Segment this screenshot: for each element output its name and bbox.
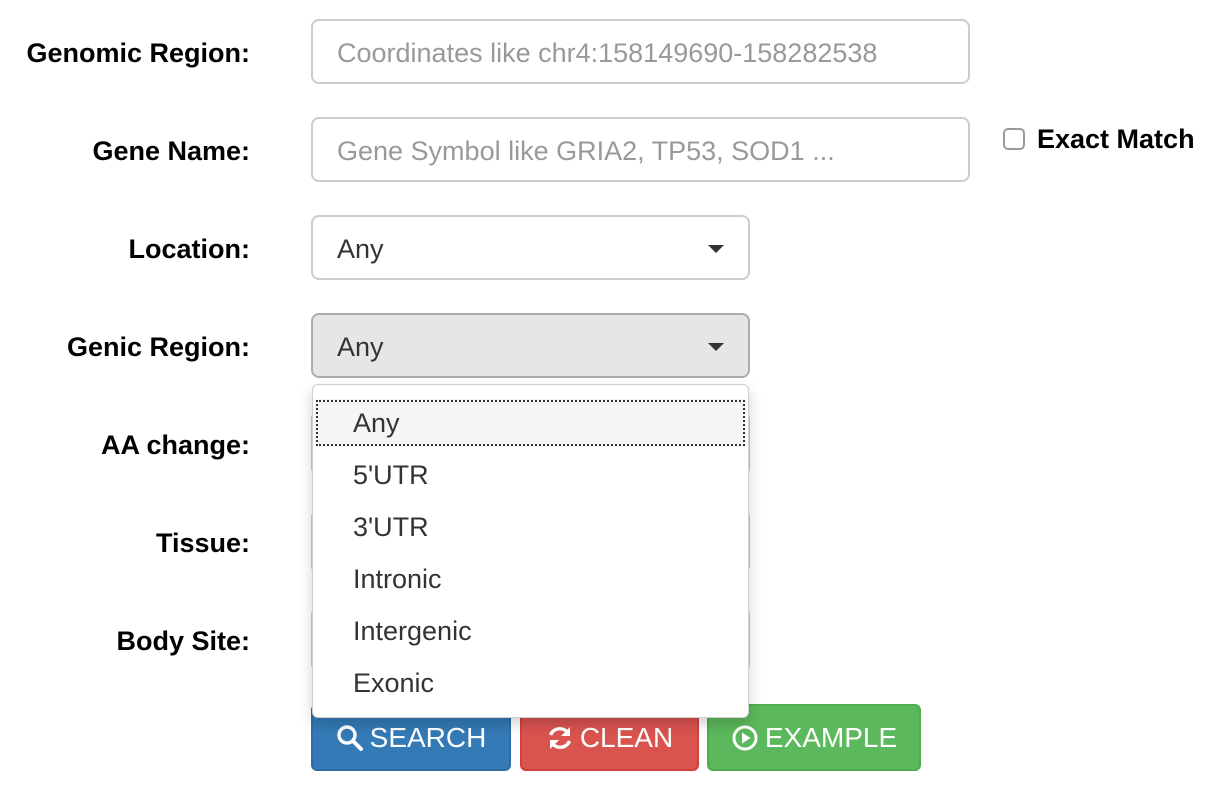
- genomic-region-input[interactable]: Coordinates like chr4:158149690-15828253…: [311, 19, 970, 84]
- clean-button-label: CLEAN: [579, 721, 674, 753]
- genic-region-option-intergenic[interactable]: Intergenic: [315, 607, 746, 655]
- exact-match-label[interactable]: Exact Match: [1037, 122, 1195, 156]
- genic-region-option-any[interactable]: Any: [315, 399, 746, 447]
- exact-match-checkbox[interactable]: [1003, 128, 1025, 150]
- genic-region-option-3utr[interactable]: 3'UTR: [315, 503, 746, 551]
- genic-region-option-exonic[interactable]: Exonic: [315, 659, 746, 707]
- chevron-down-icon: [708, 245, 724, 253]
- body-site-label: Body Site:: [116, 626, 250, 656]
- gene-name-input[interactable]: Gene Symbol like GRIA2, TP53, SOD1 ...: [311, 117, 970, 182]
- chevron-down-icon: [708, 343, 724, 351]
- location-label: Location:: [128, 234, 251, 264]
- genic-region-select-value: Any: [337, 332, 384, 362]
- example-button-label: EXAMPLE: [764, 721, 898, 753]
- play-circle-icon: [732, 725, 758, 750]
- genomic-region-label: Genomic Region:: [26, 38, 250, 68]
- refresh-icon: [548, 726, 571, 749]
- search-button-label: SEARCH: [369, 721, 487, 753]
- genomic-region-placeholder: Coordinates like chr4:158149690-15828253…: [337, 38, 878, 68]
- genic-region-option-intronic[interactable]: Intronic: [315, 555, 746, 603]
- gene-name-placeholder: Gene Symbol like GRIA2, TP53, SOD1 ...: [337, 136, 835, 166]
- location-select-value: Any: [337, 234, 384, 264]
- search-icon: [336, 724, 363, 751]
- exact-match-toggle[interactable]: Exact Match: [1003, 122, 1195, 156]
- location-select[interactable]: Any: [311, 215, 750, 280]
- genic-region-option-5utr[interactable]: 5'UTR: [315, 451, 746, 499]
- genic-region-label: Genic Region:: [66, 332, 250, 362]
- genic-region-select[interactable]: Any: [311, 313, 750, 378]
- aa-change-label: AA change:: [100, 430, 250, 460]
- genic-region-dropdown: Any 5'UTR 3'UTR Intronic Intergenic Exon…: [312, 384, 749, 718]
- tissue-label: Tissue:: [155, 528, 250, 558]
- gene-name-label: Gene Name:: [92, 136, 250, 166]
